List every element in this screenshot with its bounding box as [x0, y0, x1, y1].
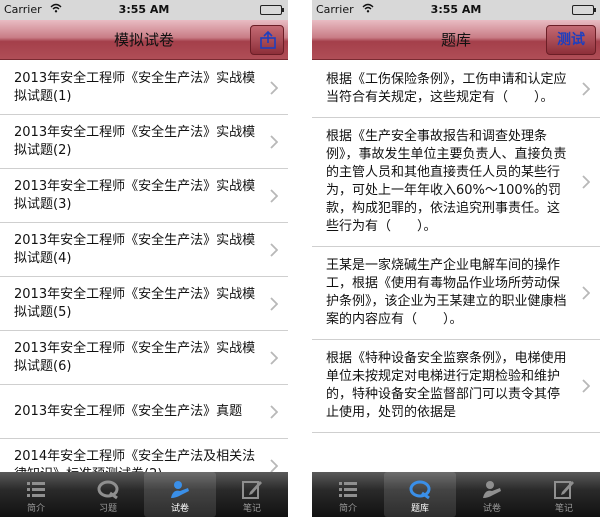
list-icon: [27, 482, 45, 497]
chevron-right-icon: [270, 458, 278, 472]
tab-item[interactable]: 笔记: [528, 472, 600, 517]
tab-label: 试卷: [482, 504, 501, 514]
list-item[interactable]: 2014年安全工程师《安全生产法及相关法律知识》标准预测试卷(2): [0, 439, 288, 472]
list-item[interactable]: 2013年安全工程师《安全生产法》实战模拟试题(2): [0, 115, 288, 169]
tab-label: 试卷: [170, 504, 189, 514]
tab-label: 笔记: [242, 504, 261, 514]
list-item[interactable]: 王某是一家烧碱生产企业电解车间的操作工，根据《使用有毒物品作业场所劳动保护条例》…: [312, 247, 600, 340]
list-item-text: 2013年安全工程师《安全生产法》实战模拟试题(4): [14, 232, 256, 266]
tab-label: 简介: [26, 504, 45, 514]
note-edit-icon: [242, 481, 262, 499]
list-item[interactable]: 根据《生产安全事故报告和调查处理条例》，事故发生单位主要负责人、直接负责的主管人…: [312, 118, 600, 247]
list-item-text: 2013年安全工程师《安全生产法》实战模拟试题(1): [14, 70, 256, 104]
share-icon: [260, 30, 276, 49]
chevron-right-icon: [582, 82, 590, 96]
exam-paper-list: 2013年安全工程师《安全生产法》实战模拟试题(1) 2013年安全工程师《安全生…: [0, 61, 288, 472]
tab-label: 题库: [410, 504, 429, 514]
tab-label: 简介: [338, 504, 357, 514]
exam-icon: [171, 481, 189, 498]
q-logo-icon: [97, 480, 119, 500]
chevron-right-icon: [270, 134, 278, 149]
tab-item[interactable]: 习题: [72, 472, 144, 517]
tab-bar: 简介 习题 试卷 笔记: [0, 472, 288, 517]
list-item[interactable]: 2013年安全工程师《安全生产法》实战模拟试题(6): [0, 331, 288, 385]
exam-icon: [483, 481, 501, 498]
page-title: 模拟试卷: [113, 31, 174, 49]
list-icon: [339, 482, 357, 497]
tab-bar: 简介 题库 试卷 笔记: [312, 472, 600, 517]
question-bank-list: 根据《工伤保险条例》，工伤申请和认定应当符合有关规定，这些规定有（ ）。根据《生…: [312, 61, 600, 472]
list-item-text: 根据《工伤保险条例》，工伤申请和认定应当符合有关规定，这些规定有（ ）。: [326, 72, 567, 105]
phone-screen-right: Carrier 3:55 AM 题库 测试 根据《工伤保险条例》，工伤申请和认定…: [312, 0, 600, 517]
chevron-right-icon: [270, 350, 278, 365]
chevron-right-icon: [270, 404, 278, 419]
list-item-text: 王某是一家烧碱生产企业电解车间的操作工，根据《使用有毒物品作业场所劳动保护条例》…: [326, 258, 567, 327]
list-item[interactable]: 2013年安全工程师《安全生产法》实战模拟试题(5): [0, 277, 288, 331]
share-button[interactable]: [250, 25, 284, 55]
chevron-right-icon: [270, 188, 278, 203]
list-item[interactable]: 2013年安全工程师《安全生产法》实战模拟试题(1): [0, 61, 288, 115]
battery-icon: [260, 5, 284, 15]
chevron-right-icon: [582, 379, 590, 393]
chevron-right-icon: [270, 296, 278, 311]
tab-label: 习题: [98, 504, 117, 514]
phone-screen-left: Carrier 3:55 AM 模拟试卷 2013年安全工程师《安全生产法》实战…: [0, 0, 288, 517]
list-item[interactable]: 2013年安全工程师《安全生产法》真题: [0, 385, 288, 439]
note-edit-icon: [554, 481, 574, 499]
navigation-bar: 题库 测试: [312, 20, 600, 60]
list-item-text: 2013年安全工程师《安全生产法》实战模拟试题(5): [14, 286, 256, 320]
status-time: 3:55 AM: [118, 3, 170, 16]
tab-label: 笔记: [554, 504, 573, 514]
tab-item[interactable]: 简介: [312, 472, 384, 517]
tab-item[interactable]: 笔记: [216, 472, 288, 517]
battery-icon: [572, 5, 596, 15]
list-item-text: 2013年安全工程师《安全生产法》真题: [14, 403, 243, 419]
list-item-text: 2013年安全工程师《安全生产法》实战模拟试题(3): [14, 178, 256, 212]
navigation-bar: 模拟试卷: [0, 20, 288, 60]
chevron-right-icon: [270, 80, 278, 95]
status-bar: Carrier 3:55 AM: [0, 0, 288, 20]
list-item-text: 2013年安全工程师《安全生产法》实战模拟试题(2): [14, 124, 256, 158]
status-time: 3:55 AM: [430, 3, 482, 16]
test-button[interactable]: 测试: [546, 25, 596, 55]
list-item-text: 2014年安全工程师《安全生产法及相关法律知识》标准预测试卷(2): [14, 448, 256, 473]
list-item[interactable]: 根据《工伤保险条例》，工伤申请和认定应当符合有关规定，这些规定有（ ）。: [312, 61, 600, 118]
list-item-text: 根据《特种设备安全监察条例》，电梯使用单位未按规定对电梯进行定期检验和维护的，特…: [326, 351, 567, 420]
list-item-text: 根据《生产安全事故报告和调查处理条例》，事故发生单位主要负责人、直接负责的主管人…: [326, 129, 567, 234]
tab-item[interactable]: 试卷: [456, 472, 528, 517]
list-item-text: 2013年安全工程师《安全生产法》实战模拟试题(6): [14, 340, 256, 374]
tab-item[interactable]: 简介: [0, 472, 72, 517]
tab-item[interactable]: 题库: [384, 472, 456, 517]
status-bar: Carrier 3:55 AM: [312, 0, 600, 20]
chevron-right-icon: [270, 242, 278, 257]
list-item[interactable]: 2013年安全工程师《安全生产法》实战模拟试题(3): [0, 169, 288, 223]
tab-item[interactable]: 试卷: [144, 472, 216, 517]
chevron-right-icon: [582, 175, 590, 189]
chevron-right-icon: [582, 286, 590, 300]
list-item[interactable]: 2013年安全工程师《安全生产法》实战模拟试题(4): [0, 223, 288, 277]
list-item[interactable]: 根据《特种设备安全监察条例》，电梯使用单位未按规定对电梯进行定期检验和维护的，特…: [312, 340, 600, 433]
q-logo-icon: [409, 480, 431, 500]
